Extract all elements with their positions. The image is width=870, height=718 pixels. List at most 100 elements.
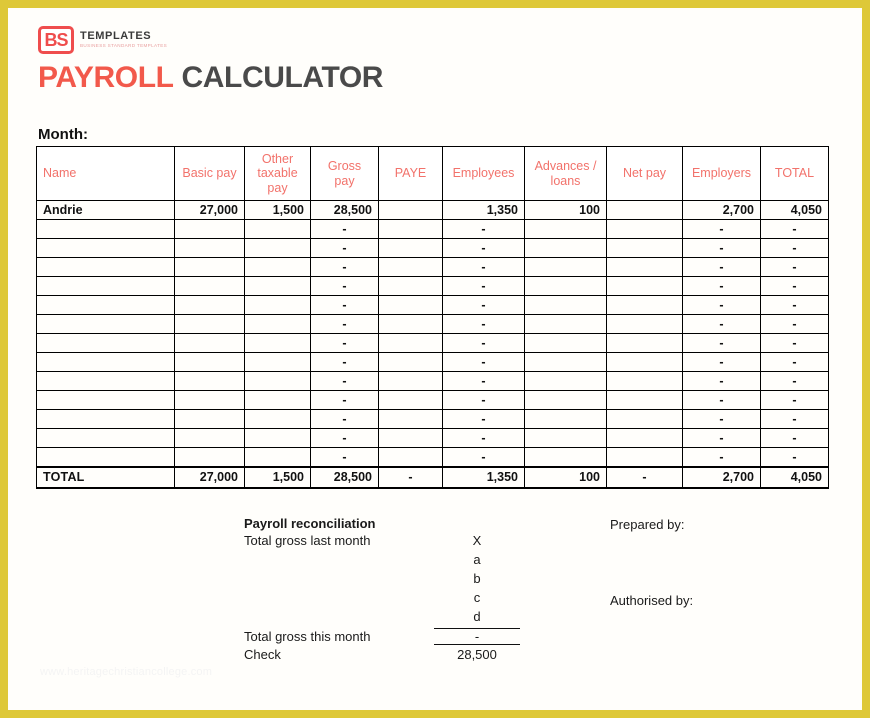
cell-paye[interactable] — [378, 200, 443, 220]
cell-advances-loans[interactable]: 100 — [524, 465, 607, 489]
cell-name[interactable] — [36, 219, 175, 239]
cell-basic-pay[interactable]: 27,000 — [174, 465, 245, 489]
cell-net-pay[interactable] — [606, 238, 683, 258]
cell-other-taxable-pay[interactable] — [244, 428, 311, 448]
cell-name[interactable] — [36, 333, 175, 353]
cell-basic-pay[interactable] — [174, 314, 245, 334]
cell-name[interactable] — [36, 447, 175, 467]
cell-name[interactable] — [36, 238, 175, 258]
cell-other-taxable-pay[interactable] — [244, 314, 311, 334]
cell-total[interactable]: - — [760, 390, 829, 410]
cell-employers[interactable]: 2,700 — [682, 200, 761, 220]
cell-basic-pay[interactable]: 27,000 — [174, 200, 245, 220]
cell-total[interactable]: - — [760, 257, 829, 277]
cell-net-pay[interactable] — [606, 352, 683, 372]
cell-employers[interactable]: - — [682, 219, 761, 239]
cell-other-taxable-pay[interactable] — [244, 238, 311, 258]
cell-advances-loans[interactable] — [524, 333, 607, 353]
cell-gross-pay[interactable]: - — [310, 447, 379, 467]
cell-advances-loans[interactable] — [524, 371, 607, 391]
cell-advances-loans[interactable] — [524, 238, 607, 258]
cell-gross-pay[interactable]: - — [310, 295, 379, 315]
cell-basic-pay[interactable] — [174, 276, 245, 296]
cell-advances-loans[interactable] — [524, 295, 607, 315]
cell-other-taxable-pay[interactable] — [244, 409, 311, 429]
cell-employers[interactable]: - — [682, 428, 761, 448]
cell-total[interactable]: - — [760, 238, 829, 258]
cell-net-pay[interactable]: - — [606, 465, 683, 489]
cell-total[interactable]: - — [760, 409, 829, 429]
reconciliation-row-value[interactable]: - — [434, 628, 520, 645]
reconciliation-row-value[interactable]: b — [434, 571, 520, 586]
cell-net-pay[interactable] — [606, 219, 683, 239]
cell-employees[interactable]: - — [442, 219, 525, 239]
cell-net-pay[interactable] — [606, 447, 683, 467]
cell-advances-loans[interactable] — [524, 276, 607, 296]
cell-other-taxable-pay[interactable] — [244, 257, 311, 277]
cell-other-taxable-pay[interactable] — [244, 447, 311, 467]
cell-advances-loans[interactable]: 100 — [524, 200, 607, 220]
cell-gross-pay[interactable]: - — [310, 257, 379, 277]
cell-name[interactable] — [36, 314, 175, 334]
cell-name[interactable] — [36, 409, 175, 429]
cell-basic-pay[interactable] — [174, 295, 245, 315]
reconciliation-row-value[interactable]: c — [434, 590, 520, 605]
cell-net-pay[interactable] — [606, 428, 683, 448]
cell-paye[interactable] — [378, 257, 443, 277]
cell-employers[interactable]: 2,700 — [682, 465, 761, 489]
cell-paye[interactable] — [378, 390, 443, 410]
cell-basic-pay[interactable] — [174, 371, 245, 391]
cell-gross-pay[interactable]: 28,500 — [310, 200, 379, 220]
cell-paye[interactable] — [378, 333, 443, 353]
cell-total[interactable]: - — [760, 428, 829, 448]
cell-paye[interactable] — [378, 409, 443, 429]
cell-other-taxable-pay[interactable]: 1,500 — [244, 200, 311, 220]
cell-employees[interactable]: - — [442, 257, 525, 277]
cell-net-pay[interactable] — [606, 333, 683, 353]
cell-net-pay[interactable] — [606, 409, 683, 429]
cell-basic-pay[interactable] — [174, 238, 245, 258]
cell-employees[interactable]: - — [442, 447, 525, 467]
cell-other-taxable-pay[interactable] — [244, 276, 311, 296]
cell-total[interactable]: - — [760, 333, 829, 353]
cell-employees[interactable]: - — [442, 238, 525, 258]
cell-gross-pay[interactable]: - — [310, 333, 379, 353]
cell-net-pay[interactable] — [606, 314, 683, 334]
cell-basic-pay[interactable] — [174, 333, 245, 353]
cell-gross-pay[interactable]: - — [310, 276, 379, 296]
cell-other-taxable-pay[interactable] — [244, 371, 311, 391]
cell-name[interactable] — [36, 352, 175, 372]
cell-other-taxable-pay[interactable]: 1,500 — [244, 465, 311, 489]
cell-total[interactable]: - — [760, 219, 829, 239]
cell-other-taxable-pay[interactable] — [244, 390, 311, 410]
cell-basic-pay[interactable] — [174, 352, 245, 372]
cell-advances-loans[interactable] — [524, 390, 607, 410]
cell-net-pay[interactable] — [606, 200, 683, 220]
cell-advances-loans[interactable] — [524, 314, 607, 334]
cell-paye[interactable] — [378, 295, 443, 315]
cell-employers[interactable]: - — [682, 390, 761, 410]
cell-other-taxable-pay[interactable] — [244, 352, 311, 372]
cell-employers[interactable]: - — [682, 352, 761, 372]
cell-advances-loans[interactable] — [524, 219, 607, 239]
cell-other-taxable-pay[interactable] — [244, 333, 311, 353]
cell-basic-pay[interactable] — [174, 447, 245, 467]
cell-employees[interactable]: - — [442, 276, 525, 296]
cell-employers[interactable]: - — [682, 295, 761, 315]
cell-employees[interactable]: - — [442, 314, 525, 334]
cell-employers[interactable]: - — [682, 314, 761, 334]
cell-basic-pay[interactable] — [174, 390, 245, 410]
cell-employees[interactable]: 1,350 — [442, 465, 525, 489]
cell-name[interactable] — [36, 295, 175, 315]
cell-total[interactable]: - — [760, 371, 829, 391]
cell-gross-pay[interactable]: - — [310, 390, 379, 410]
cell-paye[interactable] — [378, 238, 443, 258]
cell-total[interactable]: 4,050 — [760, 465, 829, 489]
cell-basic-pay[interactable] — [174, 257, 245, 277]
cell-gross-pay[interactable]: - — [310, 238, 379, 258]
cell-employees[interactable]: - — [442, 295, 525, 315]
cell-advances-loans[interactable] — [524, 257, 607, 277]
cell-total[interactable]: - — [760, 314, 829, 334]
cell-paye[interactable] — [378, 276, 443, 296]
cell-gross-pay[interactable]: - — [310, 409, 379, 429]
